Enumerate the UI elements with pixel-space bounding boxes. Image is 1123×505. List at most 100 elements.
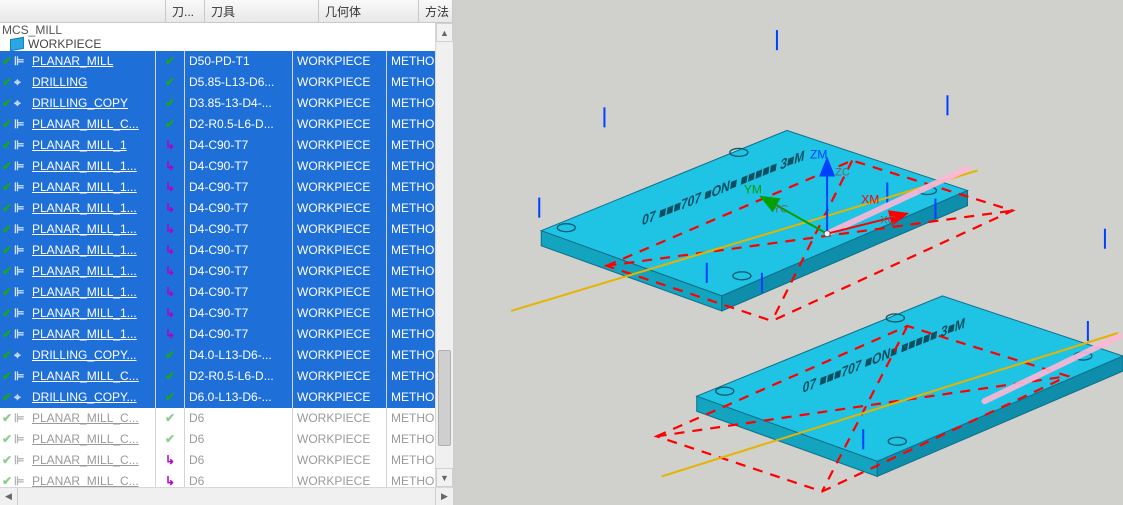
operation-row[interactable]: ✔⊫PLANAR_MILL_1...↳D4-C90-T7WORKPIECEMET… (0, 156, 453, 177)
toolpath-status: ✔ (156, 93, 185, 114)
operation-type-icon: ⌖ (14, 72, 28, 93)
horizontal-scrollbar[interactable]: ◀ ▶ (0, 487, 453, 505)
toolpath-status: ✔ (156, 51, 185, 72)
operation-type-icon: ⊫ (14, 51, 28, 72)
part-1: 07 ■■■707 ■ON■ ■■■■■ 3■M (539, 30, 967, 311)
vertical-scrollbar[interactable]: ▲ ▼ (435, 23, 453, 487)
workpiece-node[interactable]: WORKPIECE (0, 37, 453, 51)
geometry-cell: WORKPIECE (293, 387, 387, 408)
operation-row[interactable]: ✔⊫PLANAR_MILL_1...↳D4-C90-T7WORKPIECEMET… (0, 282, 453, 303)
graphics-viewport[interactable]: 07 ■■■707 ■ON■ ■■■■■ 3■M (456, 0, 1123, 505)
status-icon: ✔ (0, 282, 14, 303)
column-header-row: 刀... 刀具 几何体 方法 (0, 0, 453, 23)
xm-label: XM (861, 193, 879, 207)
operation-name: PLANAR_MILL_1... (28, 264, 137, 278)
tool-cell: D4-C90-T7 (185, 135, 293, 156)
geometry-cell: WORKPIECE (293, 303, 387, 324)
scroll-down-button[interactable]: ▼ (436, 468, 453, 487)
mcs-mill-node[interactable]: MCS_MILL (0, 23, 453, 37)
tool-cell: D4-C90-T7 (185, 219, 293, 240)
operation-row[interactable]: ✔⌖DRILLING_COPY...✔D4.0-L13-D6-...WORKPI… (0, 345, 453, 366)
operation-row[interactable]: ✔⌖DRILLING_COPY✔D3.85-13-D4-...WORKPIECE… (0, 93, 453, 114)
tool-cell: D4-C90-T7 (185, 324, 293, 345)
toolpath-status: ↳ (156, 177, 185, 198)
scroll-track[interactable] (436, 40, 453, 470)
operation-type-icon: ⊫ (14, 471, 28, 487)
scroll-right-button[interactable]: ▶ (435, 488, 453, 505)
operation-row[interactable]: ✔⌖DRILLING✔D5.85-L13-D6...WORKPIECEMETHO… (0, 72, 453, 93)
operation-row[interactable]: ✔⊫PLANAR_MILL_1...↳D4-C90-T7WORKPIECEMET… (0, 198, 453, 219)
toolpath-status: ↳ (156, 471, 185, 487)
operation-name: PLANAR_MILL (28, 54, 113, 68)
geometry-cell: WORKPIECE (293, 366, 387, 387)
operation-row[interactable]: ✔⌖DRILLING_COPY...✔D6.0-L13-D6-...WORKPI… (0, 387, 453, 408)
operation-row[interactable]: ✔⊫PLANAR_MILL_1...↳D4-C90-T7WORKPIECEMET… (0, 261, 453, 282)
geometry-cell: WORKPIECE (293, 408, 387, 429)
operation-name: PLANAR_MILL_1... (28, 306, 137, 320)
operation-name: DRILLING_COPY... (28, 348, 136, 362)
operation-type-icon: ⊫ (14, 219, 28, 240)
operation-type-icon: ⊫ (14, 135, 28, 156)
operation-row[interactable]: ✔⊫PLANAR_MILL_C...✔D6WORKPIECEMETHOD (0, 408, 453, 429)
operation-row[interactable]: ✔⊫PLANAR_MILL_1...↳D4-C90-T7WORKPIECEMET… (0, 219, 453, 240)
yc-label: YC (773, 204, 788, 216)
operation-row[interactable]: ✔⊫PLANAR_MILL_C...↳D6WORKPIECEMETHOD (0, 471, 453, 487)
scroll-left-button[interactable]: ◀ (0, 488, 18, 505)
toolpath-status: ↳ (156, 303, 185, 324)
operation-row[interactable]: ✔⊫PLANAR_MILL_C...✔D6WORKPIECEMETHOD (0, 429, 453, 450)
tool-cell: D6 (185, 471, 293, 487)
tool-cell: D6 (185, 408, 293, 429)
toolpath-status: ✔ (156, 429, 185, 450)
operation-name: PLANAR_MILL_C... (28, 411, 139, 425)
toolpath-status: ↳ (156, 156, 185, 177)
scroll-thumb[interactable] (438, 350, 451, 447)
toolpath-status: ✔ (156, 387, 185, 408)
tool-cell: D4-C90-T7 (185, 198, 293, 219)
geometry-cell: WORKPIECE (293, 345, 387, 366)
operation-type-icon: ⊫ (14, 303, 28, 324)
status-icon: ✔ (0, 156, 14, 177)
operation-name: PLANAR_MILL_1... (28, 222, 137, 236)
operation-row[interactable]: ✔⊫PLANAR_MILL_1...↳D4-C90-T7WORKPIECEMET… (0, 324, 453, 345)
operation-name: PLANAR_MILL_1... (28, 180, 137, 194)
operation-name: PLANAR_MILL_1... (28, 327, 137, 341)
operation-row[interactable]: ✔⊫PLANAR_MILL✔D50-PD-T1WORKPIECEMETHOD (0, 51, 453, 72)
geometry-cell: WORKPIECE (293, 93, 387, 114)
operation-row[interactable]: ✔⊫PLANAR_MILL_1...↳D4-C90-T7WORKPIECEMET… (0, 177, 453, 198)
operation-row[interactable]: ✔⊫PLANAR_MILL_1...↳D4-C90-T7WORKPIECEMET… (0, 303, 453, 324)
operation-name: PLANAR_MILL_1... (28, 201, 137, 215)
tool-cell: D4-C90-T7 (185, 282, 293, 303)
operation-row[interactable]: ✔⊫PLANAR_MILL_C...↳D6WORKPIECEMETHOD (0, 450, 453, 471)
operation-row[interactable]: ✔⊫PLANAR_MILL_C...✔D2-R0.5-L6-D...WORKPI… (0, 366, 453, 387)
operation-row[interactable]: ✔⊫PLANAR_MILL_1↳D4-C90-T7WORKPIECEMETHOD (0, 135, 453, 156)
toolpath-status: ↳ (156, 198, 185, 219)
geometry-cell: WORKPIECE (293, 471, 387, 487)
toolpath-status: ✔ (156, 72, 185, 93)
geometry-cell: WORKPIECE (293, 72, 387, 93)
operation-name: PLANAR_MILL_C... (28, 117, 139, 131)
operation-navigator: 刀... 刀具 几何体 方法 MCS_MILL WORKPIECE ✔⊫PLAN… (0, 0, 456, 505)
tool-cell: D3.85-13-D4-... (185, 93, 293, 114)
toolpath-status: ✔ (156, 345, 185, 366)
operation-row[interactable]: ✔⊫PLANAR_MILL_C...✔D2-R0.5-L6-D...WORKPI… (0, 114, 453, 135)
operation-name: PLANAR_MILL_C... (28, 474, 139, 487)
tool-cell: D5.85-L13-D6... (185, 72, 293, 93)
zm-label: ZM (810, 147, 827, 161)
col-name[interactable] (0, 0, 166, 22)
operation-type-icon: ⊫ (14, 198, 28, 219)
tool-cell: D4-C90-T7 (185, 156, 293, 177)
operation-row[interactable]: ✔⊫PLANAR_MILL_1...↳D4-C90-T7WORKPIECEMET… (0, 240, 453, 261)
geometry-cell: WORKPIECE (293, 156, 387, 177)
geometry-cell: WORKPIECE (293, 282, 387, 303)
operation-type-icon: ⊫ (14, 156, 28, 177)
toolpath-status: ↳ (156, 282, 185, 303)
status-icon: ✔ (0, 429, 14, 450)
col-toolpath[interactable]: 刀... (166, 0, 205, 22)
tool-cell: D4.0-L13-D6-... (185, 345, 293, 366)
col-geometry[interactable]: 几何体 (319, 0, 419, 22)
col-method[interactable]: 方法 (419, 0, 453, 22)
operation-type-icon: ⌖ (14, 387, 28, 408)
toolpath-status: ↳ (156, 450, 185, 471)
col-tool[interactable]: 刀具 (205, 0, 319, 22)
geometry-cell: WORKPIECE (293, 450, 387, 471)
